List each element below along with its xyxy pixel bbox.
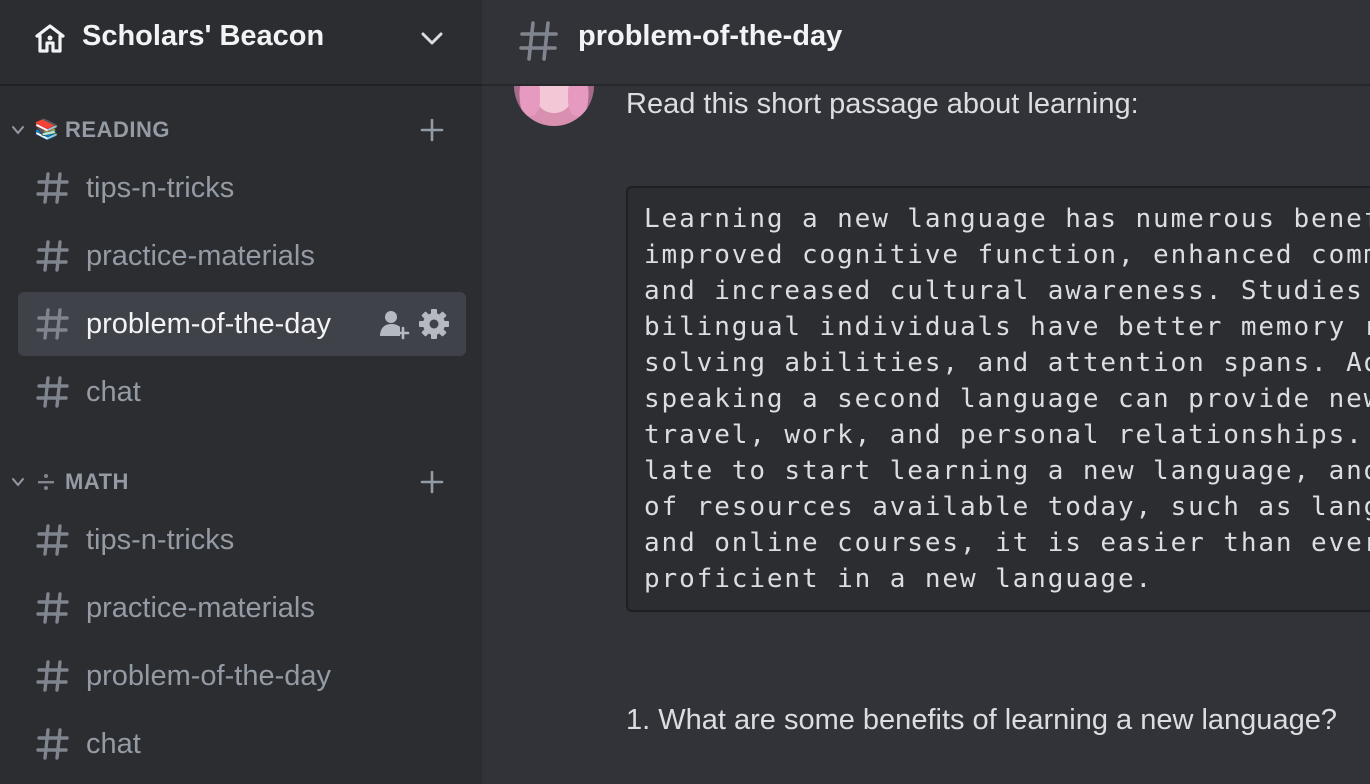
hash-icon xyxy=(36,172,69,204)
code-line: and online courses, it is easier than ev… xyxy=(644,528,1370,558)
code-line: proficient in a new language. xyxy=(644,564,1154,594)
channel-reading-tips-n-tricks[interactable]: tips-n-tricks xyxy=(18,156,466,220)
server-name: Scholars' Beacon xyxy=(82,20,325,52)
hash-icon xyxy=(36,728,69,760)
channel-reading-practice-materials[interactable]: practice-materials xyxy=(18,224,466,288)
channel-math-tips-n-tricks[interactable]: tips-n-tricks xyxy=(18,508,466,572)
server-header[interactable]: Scholars' Beacon xyxy=(0,0,482,86)
chat-area: problem-of-the-day Read this short passa… xyxy=(482,0,1370,784)
channel-math-practice-materials[interactable]: practice-materials xyxy=(18,576,466,640)
channel-label: practice-materials xyxy=(86,240,315,272)
code-line: speaking a second language can provide n… xyxy=(644,384,1370,414)
channel-reading-problem-of-the-day[interactable]: problem-of-the-day xyxy=(18,292,466,356)
channel-label: tips-n-tricks xyxy=(86,172,235,204)
hash-icon xyxy=(36,660,69,692)
channel-title: problem-of-the-day xyxy=(578,20,843,52)
code-line: and increased cultural awareness. Studie… xyxy=(644,276,1364,306)
divide-icon xyxy=(34,470,58,494)
hash-icon xyxy=(519,21,558,61)
code-line: of resources available today, such as la… xyxy=(644,492,1370,522)
channel-reading-chat[interactable]: chat xyxy=(18,360,466,424)
channel-label: chat xyxy=(86,376,141,408)
home-icon xyxy=(35,24,65,53)
code-line: bilingual individuals have better memory… xyxy=(644,312,1370,342)
channel-label: problem-of-the-day xyxy=(86,660,331,692)
hash-icon xyxy=(36,524,69,556)
code-line: Learning a new language has numerous ben… xyxy=(644,204,1370,234)
category-label: MATH xyxy=(65,469,129,494)
code-block: Learning a new language has numerous ben… xyxy=(626,186,1370,612)
channel-label: practice-materials xyxy=(86,592,315,624)
add-channel-icon[interactable] xyxy=(418,468,446,496)
message-text: Read this short passage about learning: xyxy=(626,88,1139,120)
hash-icon xyxy=(36,240,69,272)
code-line: improved cognitive function, enhanced co… xyxy=(644,240,1370,270)
category-math[interactable]: MATH xyxy=(0,462,482,502)
hash-icon xyxy=(36,376,69,408)
channel-sidebar: Scholars' Beacon 📚 READING tips-n-tricks xyxy=(0,0,482,784)
code-line: late to start learning a new language, a… xyxy=(644,456,1370,486)
channel-math-problem-of-the-day[interactable]: problem-of-the-day xyxy=(18,644,466,708)
channel-label: chat xyxy=(86,728,141,760)
hash-icon xyxy=(36,592,69,624)
code-line: travel, work, and personal relationships… xyxy=(644,420,1364,450)
books-icon: 📚 xyxy=(34,119,59,141)
channel-header: problem-of-the-day xyxy=(482,0,1370,86)
question-text: 1. What are some benefits of learning a … xyxy=(626,704,1337,736)
invite-user-icon[interactable] xyxy=(378,308,410,340)
hash-icon xyxy=(36,308,69,340)
chevron-down-icon[interactable] xyxy=(418,24,446,52)
chevron-down-icon xyxy=(12,478,24,487)
code-line: solving abilities, and attention spans. … xyxy=(644,348,1370,378)
category-label: READING xyxy=(65,117,170,142)
discord-app: Scholars' Beacon 📚 READING tips-n-tricks xyxy=(0,0,1370,784)
gear-icon[interactable] xyxy=(418,308,450,340)
chevron-down-icon xyxy=(12,126,24,135)
category-reading[interactable]: 📚 READING xyxy=(0,110,482,150)
add-channel-icon[interactable] xyxy=(418,116,446,144)
channel-math-chat[interactable]: chat xyxy=(18,712,466,776)
channel-label: tips-n-tricks xyxy=(86,524,235,556)
channel-label: problem-of-the-day xyxy=(86,308,331,340)
